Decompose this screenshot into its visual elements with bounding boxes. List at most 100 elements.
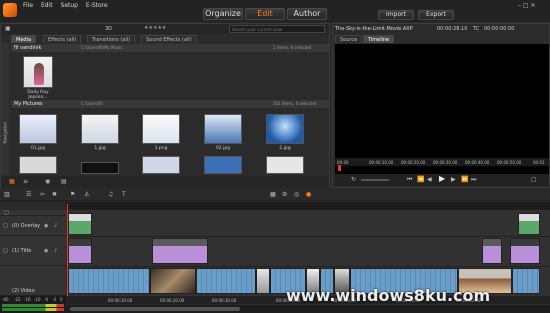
media-thumbnail[interactable] (266, 114, 304, 144)
view-grid-icon[interactable]: ▦ (9, 179, 15, 185)
storyboard-icon[interactable]: ▥ (4, 192, 10, 198)
eye-icon[interactable]: ◉ (44, 223, 48, 229)
tab-media[interactable]: Media (11, 35, 37, 43)
player-tabs: Source Timeline (335, 35, 549, 43)
video-preview[interactable] (335, 44, 549, 176)
view-3d-label[interactable]: 3D (105, 26, 112, 32)
track-toggle-icon[interactable]: □ (3, 223, 8, 229)
meter-tick: -3 (52, 297, 56, 302)
play-icon[interactable]: ▶ (439, 175, 445, 183)
thumbnail-label: 02.jpg (215, 146, 231, 151)
add-media-icon[interactable]: ▤ (61, 179, 67, 185)
search-input[interactable] (229, 25, 325, 33)
tool-c-icon[interactable]: ◎ (294, 192, 299, 198)
step-back-icon[interactable]: ◀ (427, 177, 432, 183)
loop-icon[interactable]: ↻ (351, 177, 356, 183)
timeline-playhead[interactable] (67, 204, 68, 296)
title-clip[interactable] (152, 238, 208, 264)
speaker-icon[interactable]: ♪ (54, 248, 57, 254)
library-footer: ▦ ≡ ◉ ▤ (1, 176, 329, 188)
author-button[interactable]: Author (287, 8, 327, 20)
title-clip[interactable] (510, 238, 540, 264)
media-thumbnail[interactable] (81, 114, 119, 144)
menu-setup[interactable]: Setup (61, 2, 78, 9)
timeline-ruler[interactable] (66, 202, 550, 210)
menu-estore[interactable]: E-Store (86, 2, 108, 9)
audio-mixer-icon[interactable]: ♫ (108, 192, 113, 198)
track-toggle-icon[interactable]: □ (3, 248, 8, 254)
playhead-marker-icon[interactable] (338, 165, 341, 171)
menu-edit[interactable]: Edit (41, 2, 53, 9)
media-thumbnail[interactable] (19, 156, 57, 174)
scrollbar-thumb[interactable] (70, 307, 240, 311)
video-clip[interactable] (196, 268, 256, 294)
export-button[interactable]: Export (418, 10, 454, 20)
track-divider (66, 266, 550, 267)
skip-start-icon[interactable]: ⏮ (407, 177, 412, 183)
section-header[interactable]: My Pictures C:\Users\fil 351 items, 0 se… (11, 100, 329, 108)
fullscreen-icon[interactable]: ▢ (531, 177, 537, 183)
tab-source[interactable]: Source (335, 35, 363, 43)
edit-button[interactable]: Edit (245, 8, 285, 20)
magnet-icon[interactable]: ⚓ (84, 192, 89, 198)
trash-icon[interactable]: ✖ (52, 192, 57, 198)
list-view-icon[interactable]: ≡ (23, 179, 28, 185)
title-clip[interactable] (68, 238, 92, 264)
video-clip[interactable] (256, 268, 270, 294)
ruler-tick: 00:00:20.00 (160, 298, 185, 303)
rewind-icon[interactable]: ⏪ (417, 177, 424, 183)
video-clip[interactable] (68, 268, 150, 294)
eye-icon[interactable]: ◉ (44, 248, 48, 254)
overlay-clip[interactable] (518, 213, 540, 235)
title-clip[interactable] (482, 238, 502, 264)
tab-effects[interactable]: Effects (all) (43, 35, 82, 43)
razor-icon[interactable]: ✂ (40, 192, 45, 198)
timeline-scrollbar[interactable] (66, 305, 550, 313)
tab-transitions[interactable]: Transitions (all) (87, 35, 136, 43)
media-thumbnail[interactable] (142, 114, 180, 144)
speaker-icon[interactable]: ♪ (54, 223, 57, 229)
snap-icon[interactable]: ☰ (26, 192, 31, 198)
zoom-slider-icon[interactable]: ◉ (45, 179, 50, 185)
media-thumbnail[interactable] (266, 156, 304, 174)
rating-stars-icon[interactable]: ★★★★★ (144, 25, 166, 31)
text-tool-icon[interactable]: T (122, 192, 126, 198)
tool-b-icon[interactable]: ⚙ (282, 192, 287, 198)
overlay-clip[interactable] (68, 213, 92, 235)
ruler-tick: 00:00:40.00 (465, 160, 490, 165)
skip-end-icon[interactable]: ⏭ (471, 177, 476, 183)
media-thumbnail[interactable] (81, 162, 119, 174)
menu-file[interactable]: File (23, 2, 33, 9)
track-name: (2) Video (12, 288, 35, 294)
fast-forward-icon[interactable]: ⏩ (461, 177, 468, 183)
media-thumbnail[interactable] (204, 156, 242, 174)
media-thumbnail[interactable] (142, 156, 180, 174)
section-path: C:\Users\fil (81, 101, 103, 106)
import-button[interactable]: Import (378, 10, 414, 20)
marker-icon[interactable]: ⚑ (70, 192, 75, 198)
organize-button[interactable]: Organize (203, 8, 243, 20)
tool-d-icon[interactable]: ● (306, 192, 311, 198)
tab-timeline[interactable]: Timeline (363, 35, 395, 43)
track-divider (66, 236, 550, 237)
tab-sound-effects[interactable]: Sound Effects (all) (141, 35, 197, 43)
project-name: The-Sky-is-the-Limit.Movie.AXP (335, 26, 413, 32)
track-header[interactable]: □ (1) Title ◉ ♪ (0, 236, 66, 266)
volume-slider[interactable] (361, 179, 389, 181)
track-header[interactable]: □ (0) Overlay ◉ ♪ (0, 216, 66, 236)
media-thumbnail[interactable] (23, 56, 53, 88)
meter-tick: -6 (44, 297, 48, 302)
navigation-sidebar[interactable]: Navigation (1, 43, 9, 175)
video-clip[interactable] (150, 268, 196, 294)
player-ruler[interactable]: 00:00 00:00:10.00 00:00:20.00 00:00:30.0… (335, 158, 549, 166)
window-controls-icon[interactable]: – □ ✕ (518, 3, 536, 9)
section-header[interactable]: fil vandinik C:\Users\fil\My Music 1 ite… (11, 44, 329, 52)
section-count: 351 items, 0 selected (273, 101, 317, 106)
tool-a-icon[interactable]: ▦ (270, 192, 276, 198)
media-thumbnail[interactable] (204, 114, 242, 144)
step-forward-icon[interactable]: ▶ (451, 177, 456, 183)
player-panel: The-Sky-is-the-Limit.Movie.AXP 00:00:28.… (332, 23, 550, 188)
media-thumbnail[interactable] (19, 114, 57, 144)
track-header[interactable]: (2) Video (0, 266, 66, 296)
video-clip[interactable] (512, 268, 540, 294)
